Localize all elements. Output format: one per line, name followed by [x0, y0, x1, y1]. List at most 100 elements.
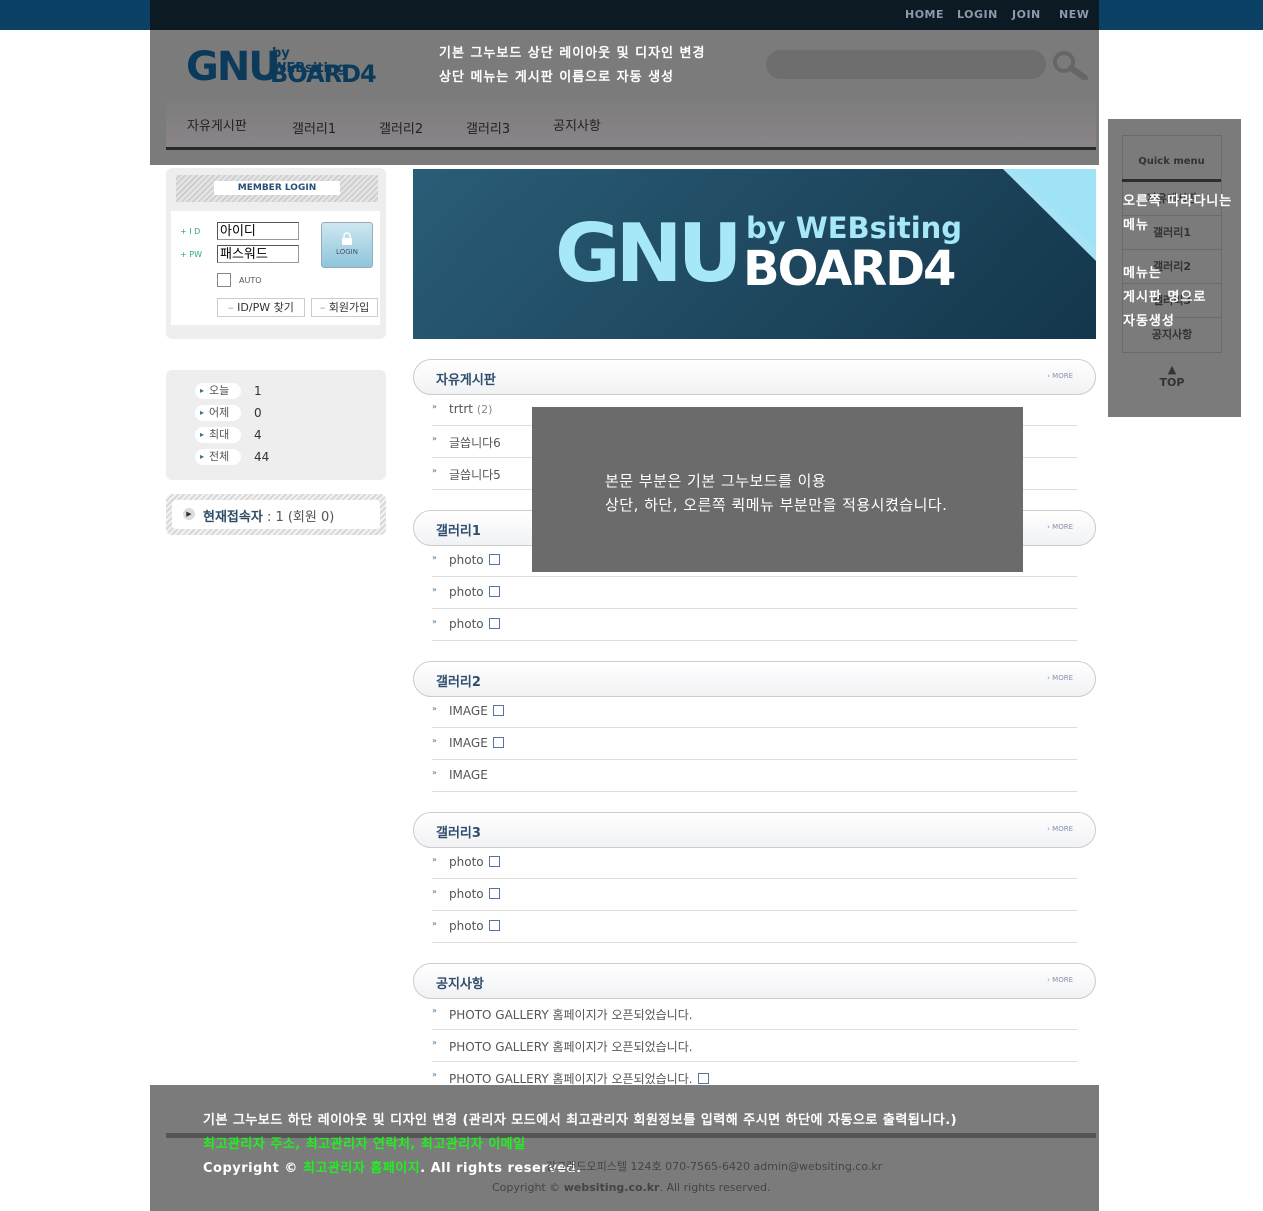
- more-label: MORE: [1052, 825, 1073, 833]
- current-users-link[interactable]: 현재접속자 : 1 (회원 0): [203, 506, 334, 525]
- header-note-1: 기본 그누보드 상단 레이아웃 및 디자인 변경: [439, 46, 706, 61]
- auto-login-checkbox[interactable]: [217, 273, 231, 287]
- bullet-icon: »: [432, 553, 437, 562]
- id-label: + I D: [180, 227, 201, 236]
- overlay-note-2: 상단, 하단, 오른쪽 퀵메뉴 부분만을 적용시켰습니다.: [605, 496, 948, 514]
- menu-item-free-board[interactable]: 자유게시판: [187, 115, 247, 134]
- main-menu: 자유게시판 갤러리1 갤러리2 갤러리3 공지사항: [166, 101, 1096, 150]
- image-icon: [697, 1073, 709, 1084]
- banner-logo-board: BOARD4: [743, 241, 956, 297]
- site-logo[interactable]: GNU by WEBsiting BOARD4: [186, 44, 377, 90]
- post-link[interactable]: photo: [449, 617, 500, 631]
- list-item: » PHOTO GALLERY 홈페이지가 오픈되었습니다.: [432, 998, 1077, 1030]
- site-domain[interactable]: websiting.co.kr: [564, 1181, 660, 1194]
- post-link[interactable]: photo: [449, 887, 500, 901]
- menu-item-notice[interactable]: 공지사항: [553, 115, 601, 134]
- post-title: IMAGE: [449, 736, 488, 750]
- find-id-pw-label: ID/PW 찾기: [237, 301, 294, 314]
- visit-label: 어제: [195, 405, 241, 421]
- list-item: » photo: [432, 879, 1077, 911]
- password-input[interactable]: 패스워드: [217, 245, 299, 263]
- visit-label: 오늘: [195, 383, 241, 399]
- copyright2-suffix: . All rights reserved.: [659, 1181, 771, 1194]
- login-button-label: LOGIN: [336, 248, 358, 256]
- back-to-top-label: TOP: [1159, 376, 1185, 389]
- id-input[interactable]: 아이디: [217, 222, 299, 240]
- image-icon: [488, 920, 500, 931]
- bullet-icon: »: [432, 768, 437, 777]
- board-title[interactable]: 갤러리2: [436, 671, 481, 690]
- menu-item-gallery1[interactable]: 갤러리1: [292, 118, 336, 137]
- footer-note: 기본 그누보드 하단 레이아웃 및 디자인 변경 (관리자 모드에서 최고관리자…: [203, 1113, 958, 1128]
- login-title: MEMBER LOGIN: [214, 181, 340, 195]
- visit-label: 최대: [195, 427, 241, 443]
- quick-note-1: 오른쪽 따라다니는: [1123, 194, 1233, 209]
- list-item: » photo: [432, 847, 1077, 879]
- post-link[interactable]: 글씁니다6: [449, 434, 501, 451]
- visit-value: 1: [254, 384, 262, 398]
- more-link[interactable]: › MORE: [1047, 372, 1073, 380]
- image-icon: [488, 618, 500, 629]
- board-header: 갤러리3 › MORE: [413, 812, 1096, 848]
- admin-homepage-link[interactable]: 최고관리자 홈페이지: [303, 1161, 420, 1176]
- post-link[interactable]: IMAGE: [449, 736, 504, 750]
- post-title: IMAGE: [449, 704, 488, 718]
- current-users-count: : 1 (회원 0): [262, 510, 335, 525]
- comment-count: (2): [476, 403, 493, 416]
- login-button[interactable]: LOGIN: [321, 222, 373, 268]
- top-link-join[interactable]: JOIN: [1012, 8, 1041, 21]
- list-item: » IMAGE: [432, 760, 1077, 792]
- more-link[interactable]: › MORE: [1047, 674, 1073, 682]
- back-to-top-button[interactable]: ▲ TOP: [1150, 363, 1194, 389]
- board-title[interactable]: 갤러리3: [436, 822, 481, 841]
- post-link[interactable]: PHOTO GALLERY 홈페이지가 오픈되었습니다.: [449, 1006, 693, 1023]
- quick-note-2: 메뉴: [1123, 218, 1149, 233]
- board-title[interactable]: 갤러리1: [436, 520, 481, 539]
- more-label: MORE: [1052, 372, 1073, 380]
- top-link-new[interactable]: NEW: [1059, 8, 1089, 21]
- image-icon: [488, 586, 500, 597]
- find-id-pw-button[interactable]: – ID/PW 찾기: [217, 298, 305, 317]
- menu-item-gallery2[interactable]: 갤러리2: [379, 118, 423, 137]
- post-link[interactable]: IMAGE: [449, 768, 488, 782]
- board-title[interactable]: 자유게시판: [436, 369, 496, 388]
- top-nav-container: HOME LOGIN JOIN NEW: [150, 0, 1099, 30]
- current-users-label: 현재접속자: [203, 510, 263, 525]
- join-button[interactable]: – 회원가입: [311, 298, 378, 317]
- dash-icon: –: [319, 301, 329, 314]
- post-title: photo: [449, 585, 484, 599]
- top-link-login[interactable]: LOGIN: [957, 8, 998, 21]
- post-link[interactable]: IMAGE: [449, 704, 504, 718]
- list-item: » IMAGE: [432, 728, 1077, 760]
- up-arrow-icon: ▲: [1167, 363, 1177, 376]
- post-link[interactable]: PHOTO GALLERY 홈페이지가 오픈되었습니다.: [449, 1038, 693, 1055]
- more-link[interactable]: › MORE: [1047, 523, 1073, 531]
- post-link[interactable]: trtrt (2): [449, 402, 492, 416]
- list-item: » IMAGE: [432, 696, 1077, 728]
- visit-label: 전체: [195, 449, 241, 465]
- menu-item-gallery3[interactable]: 갤러리3: [466, 118, 510, 137]
- more-link[interactable]: › MORE: [1047, 825, 1073, 833]
- bullet-icon: »: [432, 736, 437, 745]
- post-link[interactable]: 글씁니다5: [449, 466, 501, 483]
- post-link[interactable]: photo: [449, 585, 500, 599]
- search-input[interactable]: [766, 50, 1046, 79]
- post-link[interactable]: photo: [449, 855, 500, 869]
- search-icon[interactable]: [1050, 50, 1090, 81]
- more-label: MORE: [1052, 674, 1073, 682]
- bullet-icon: »: [432, 402, 437, 411]
- bullet-icon: »: [432, 887, 437, 896]
- post-link[interactable]: photo: [449, 553, 500, 567]
- post-link[interactable]: photo: [449, 919, 500, 933]
- board-title[interactable]: 공지사항: [436, 973, 484, 992]
- more-link[interactable]: › MORE: [1047, 976, 1073, 984]
- list-item: » photo: [432, 609, 1077, 641]
- bullet-icon: »: [432, 585, 437, 594]
- banner-logo-main: GNU: [555, 207, 743, 300]
- more-label: MORE: [1052, 976, 1073, 984]
- bullet-icon: »: [432, 704, 437, 713]
- top-link-home[interactable]: HOME: [905, 8, 944, 21]
- footer-address: 강그랜드오피스텔 124호 070-7565-6420 admin@websit…: [546, 1160, 883, 1173]
- image-icon: [492, 737, 504, 748]
- bullet-icon: »: [432, 919, 437, 928]
